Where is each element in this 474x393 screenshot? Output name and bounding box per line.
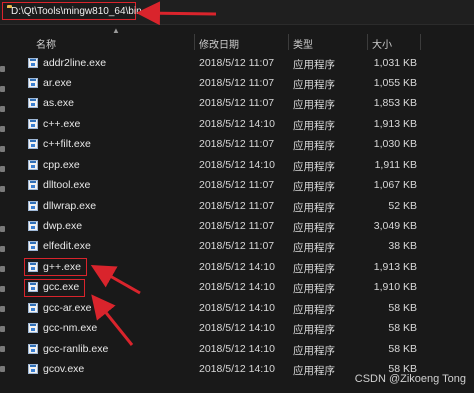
watermark: CSDN @Zikoeng Tong [354, 373, 466, 385]
arrow-to-address [136, 1, 217, 26]
arrow-to-gpp [90, 265, 141, 295]
arrow-to-gcc [91, 294, 134, 346]
annotation-arrows [90, 1, 217, 346]
